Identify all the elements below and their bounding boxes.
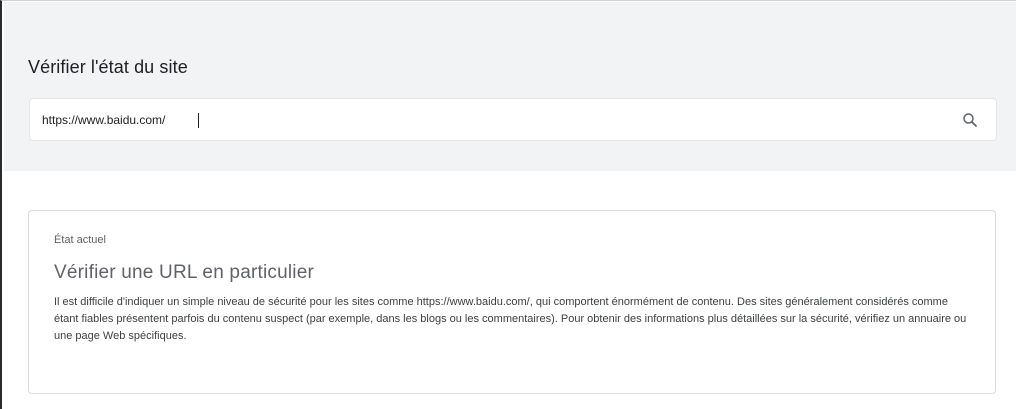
page-title: Vérifier l'état du site xyxy=(28,57,188,77)
status-heading: Vérifier une URL en particulier xyxy=(54,262,315,283)
text-cursor xyxy=(198,113,199,128)
browser-viewport: Vérifier l'état du site État actuel Véri… xyxy=(0,0,1016,409)
status-label: État actuel xyxy=(54,234,106,246)
url-search-box[interactable] xyxy=(29,98,997,141)
status-description: Il est difficile d'indiquer un simple ni… xyxy=(54,296,967,342)
search-icon[interactable] xyxy=(961,111,979,129)
search-panel: Vérifier l'état du site xyxy=(4,2,1016,171)
url-input[interactable] xyxy=(42,99,942,140)
site-status-card: État actuel Vérifier une URL en particul… xyxy=(28,210,996,394)
